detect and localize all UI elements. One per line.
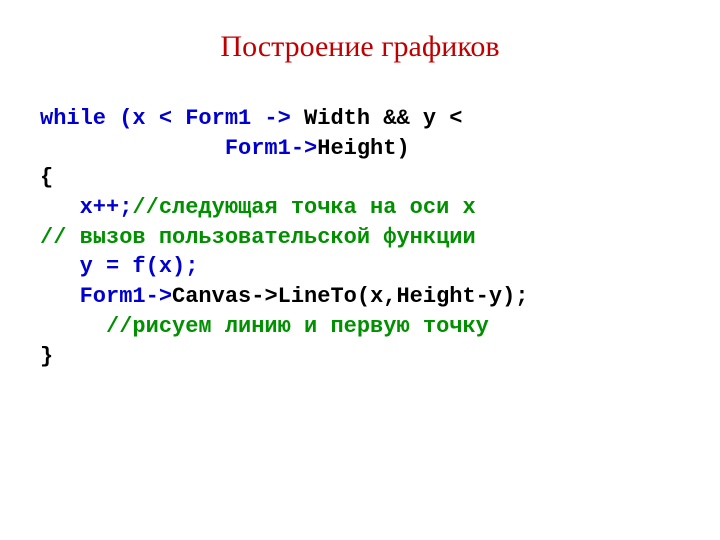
code-line-4a: x++;: [40, 195, 132, 220]
code-line-2a: Form1->: [40, 136, 317, 161]
code-line-1b: Width && y <: [304, 106, 462, 131]
code-line-4b: //следующая точка на оси х: [132, 195, 475, 220]
code-line-2b: Height): [317, 136, 409, 161]
code-line-3: {: [40, 165, 53, 190]
code-block: while (x < Form1 -> Width && y < Form1->…: [0, 104, 720, 371]
code-line-6: y = f(x);: [40, 254, 198, 279]
code-line-9: }: [40, 344, 53, 369]
code-line-5: // вызов пользовательской функции: [40, 225, 476, 250]
slide: Построение графиков while (x < Form1 -> …: [0, 30, 720, 540]
code-line-7a: Form1->: [40, 284, 172, 309]
slide-title: Построение графиков: [0, 30, 720, 64]
code-line-8: //рисуем линию и первую точку: [40, 314, 489, 339]
code-line-1a: while (x < Form1 ->: [40, 106, 304, 131]
code-line-7b: Canvas->LineTo(x,Height-y);: [172, 284, 528, 309]
